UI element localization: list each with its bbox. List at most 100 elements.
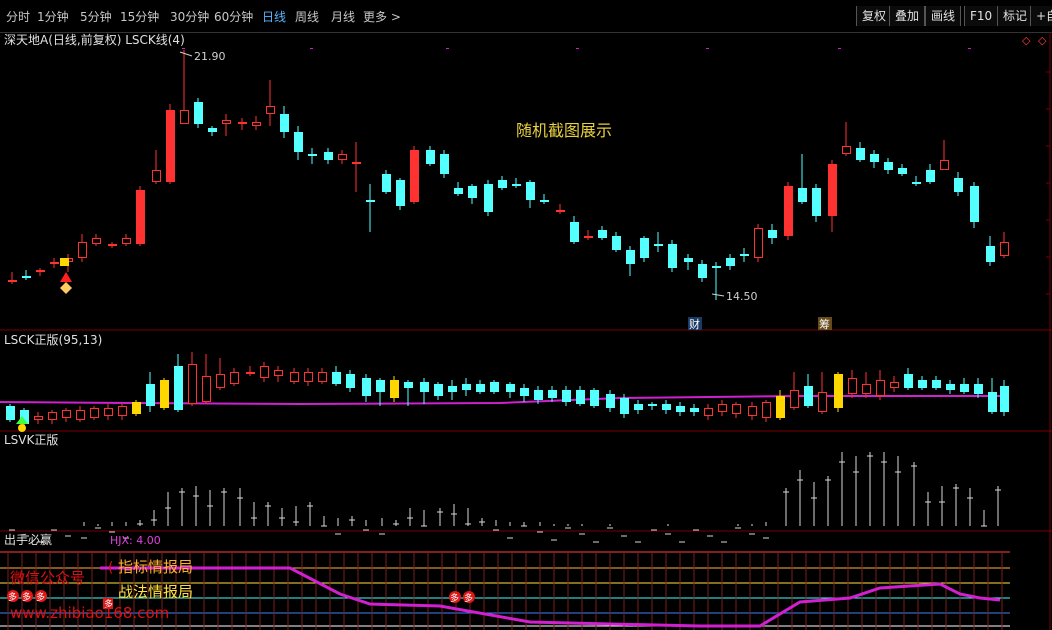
hjx-line xyxy=(100,566,1001,628)
duo-text-mid-1: 多 xyxy=(464,592,473,604)
more-periods-button[interactable]: 更多 > xyxy=(363,8,401,25)
candle-body-25 xyxy=(366,200,375,202)
buy-signal-box xyxy=(60,258,69,266)
toolbar-button-3[interactable]: F10 xyxy=(964,6,999,26)
candle-body-14 xyxy=(208,128,217,132)
period-tab-5[interactable]: 60分钟 xyxy=(214,8,253,25)
p2-body-37 xyxy=(534,390,543,400)
candle-body-32 xyxy=(468,186,477,198)
p2-body-15 xyxy=(216,374,225,388)
period-tab-0[interactable]: 分时 xyxy=(6,8,30,25)
panel4-title: 出手必赢 xyxy=(4,532,52,547)
candle-body-56 xyxy=(812,188,821,216)
p2-body-39 xyxy=(562,390,571,402)
candle-body-22 xyxy=(324,152,333,160)
p2-body-47 xyxy=(676,406,685,412)
p2-body-50 xyxy=(718,404,727,412)
high-price-label: 21.90 xyxy=(194,50,226,63)
p2-body-44 xyxy=(634,404,643,410)
p2-body-7 xyxy=(104,408,113,416)
watermark-bracket: ( xyxy=(108,560,114,576)
p2-body-28 xyxy=(404,382,413,388)
candle-body-34 xyxy=(498,180,507,188)
period-tab-3[interactable]: 15分钟 xyxy=(120,8,159,25)
diamond-icon: ◇ xyxy=(1022,34,1031,47)
watermark-wechat: 微信公众号 xyxy=(10,569,86,587)
p2-body-29 xyxy=(420,382,429,392)
period-tab-4[interactable]: 30分钟 xyxy=(170,8,209,25)
p2-body-19 xyxy=(274,370,283,376)
period-tab-1[interactable]: 1分钟 xyxy=(37,8,69,25)
candle-body-15 xyxy=(222,120,231,124)
candle-body-59 xyxy=(856,148,865,160)
p2-body-11 xyxy=(160,380,169,408)
p2-body-66 xyxy=(946,384,955,390)
candle-body-36 xyxy=(526,182,535,200)
period-tab-6[interactable]: 日线 xyxy=(262,8,286,25)
candle-body-53 xyxy=(768,230,777,238)
candle-body-52 xyxy=(754,228,763,258)
toolbar-button-2[interactable]: 画线 xyxy=(925,6,962,26)
p2-body-57 xyxy=(818,392,827,412)
marker-chou[interactable]: 筹 xyxy=(819,317,830,331)
candle-body-45 xyxy=(654,244,663,246)
watermark-tactics-bureau: 战法情报局 xyxy=(118,583,194,601)
candle-body-16 xyxy=(238,122,247,124)
p2-body-41 xyxy=(590,390,599,406)
candle-body-55 xyxy=(798,188,807,202)
candle-body-46 xyxy=(668,244,677,268)
marker-cai[interactable]: 财 xyxy=(689,317,700,331)
candle-body-41 xyxy=(598,230,607,238)
p2-body-2 xyxy=(34,416,43,420)
candle-body-0 xyxy=(8,280,17,282)
p2-body-16 xyxy=(230,372,239,384)
toolbar-button-4[interactable]: 标记 xyxy=(997,6,1034,26)
p2-body-62 xyxy=(890,382,899,388)
candle-body-31 xyxy=(454,188,463,194)
close-diamond-icon: ◇ xyxy=(1038,34,1047,47)
candle-body-9 xyxy=(136,190,145,244)
candle-body-67 xyxy=(970,186,979,222)
panel3-title: LSVK正版 xyxy=(4,433,58,447)
period-dash xyxy=(838,48,841,49)
p2-body-20 xyxy=(290,372,299,382)
candle-body-62 xyxy=(898,168,907,174)
p2-body-32 xyxy=(462,384,471,390)
candle-body-43 xyxy=(626,250,635,264)
period-tab-8[interactable]: 月线 xyxy=(331,8,355,25)
period-dash xyxy=(968,48,971,49)
candle-body-17 xyxy=(252,122,261,126)
duo-text-2: 多 xyxy=(36,591,45,603)
candle-body-23 xyxy=(338,154,347,160)
candle-body-19 xyxy=(280,114,289,132)
p2-body-27 xyxy=(390,380,399,398)
period-toolbar: 分时 1分钟 5分钟 15分钟 30分钟 60分钟 日线 周线 月线 更多 > 复权 叠加 画线 F10 标… xyxy=(0,0,1052,33)
candle-body-37 xyxy=(540,200,549,202)
period-tab-2[interactable]: 5分钟 xyxy=(80,8,112,25)
chart-area: ◇ ◇ 多多多多多多 深天地A(日线,前复权) LSCK线(4) 21.90 14… xyxy=(0,32,1052,630)
toolbar-button-0[interactable]: 复权 xyxy=(856,6,893,26)
candle-body-5 xyxy=(78,242,87,258)
p2-body-59 xyxy=(848,378,857,394)
candle-body-63 xyxy=(912,182,921,184)
period-tab-7[interactable]: 周线 xyxy=(295,8,319,25)
candle-body-38 xyxy=(556,210,565,212)
p2-body-64 xyxy=(918,380,927,388)
candle-body-51 xyxy=(740,254,749,256)
p2-body-35 xyxy=(506,384,515,392)
candle-body-33 xyxy=(484,184,493,212)
candle-body-44 xyxy=(640,238,649,258)
center-watermark: 随机截图展示 xyxy=(516,121,612,140)
p2-body-26 xyxy=(376,380,385,392)
toolbar-button-5[interactable]: +自 xyxy=(1030,6,1052,26)
candle-body-24 xyxy=(352,162,361,164)
p2-body-69 xyxy=(988,392,997,412)
p2-body-46 xyxy=(662,404,671,410)
main-panel-title: 深天地A(日线,前复权) LSCK线(4) xyxy=(4,32,185,47)
candle-body-69 xyxy=(1000,242,1009,256)
p2-body-14 xyxy=(202,376,211,402)
p2-body-45 xyxy=(648,404,657,406)
p2-body-30 xyxy=(434,384,443,396)
toolbar-button-1[interactable]: 叠加 xyxy=(889,6,926,26)
candle-body-35 xyxy=(512,184,521,186)
